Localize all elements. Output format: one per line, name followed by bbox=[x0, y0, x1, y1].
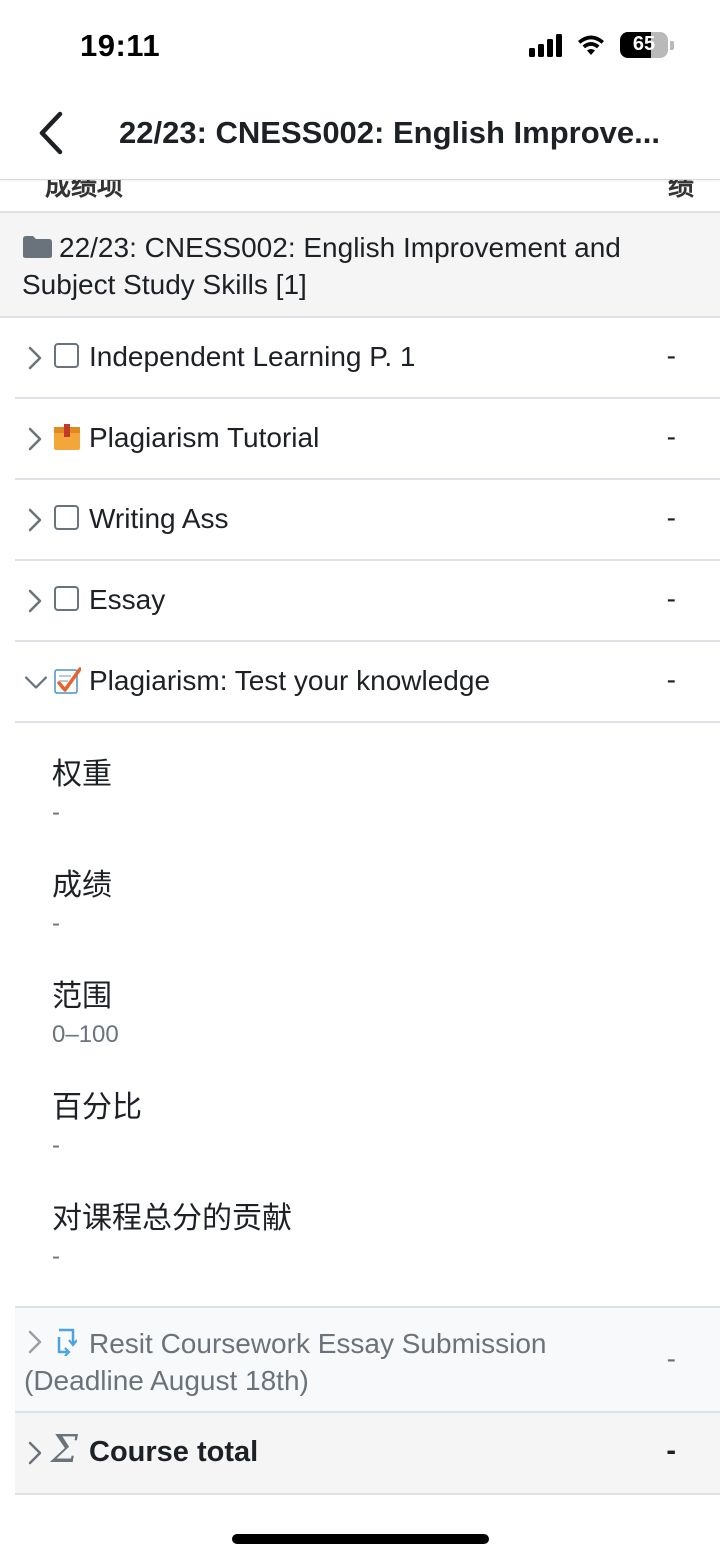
sigma-icon: Σ bbox=[51, 1427, 78, 1471]
resit-item-label: Resit Coursework Essay Submission (Deadl… bbox=[24, 1328, 547, 1396]
detail-value: - bbox=[52, 1243, 60, 1270]
detail-label: 对课程总分的贡献 bbox=[52, 1202, 292, 1235]
cellular-signal-icon bbox=[529, 33, 562, 57]
grade-item-value: - bbox=[666, 1343, 676, 1374]
category-name: 22/23: CNESS002: English Improvement and… bbox=[22, 232, 621, 300]
detail-percentage: 百分比 - bbox=[52, 1088, 720, 1199]
grade-item-value: - bbox=[666, 664, 676, 695]
package-icon bbox=[54, 424, 80, 450]
grade-item-label: Independent Learning P. 1 bbox=[89, 341, 416, 372]
grade-items-list: Independent Learning P. 1 - Plagiarism T… bbox=[15, 318, 720, 1495]
chevron-right-icon[interactable] bbox=[25, 425, 45, 453]
home-indicator[interactable] bbox=[232, 1534, 489, 1544]
detail-value: 0–100 bbox=[52, 1021, 119, 1048]
grade-item-row[interactable]: Writing Ass - bbox=[15, 480, 720, 561]
grade-item-value: - bbox=[666, 502, 676, 533]
grade-item-value: - bbox=[666, 340, 676, 371]
checkbox-icon bbox=[54, 505, 79, 530]
category-row: 22/23: CNESS002: English Improvement and… bbox=[0, 213, 720, 318]
checkbox-icon bbox=[54, 343, 79, 368]
chevron-down-icon[interactable] bbox=[23, 674, 49, 692]
detail-weight: 权重 - bbox=[52, 755, 720, 866]
grade-item-row[interactable]: Essay - bbox=[15, 561, 720, 642]
grade-item-value: - bbox=[666, 421, 676, 452]
table-header: 成绩项 绩 bbox=[0, 180, 720, 213]
battery-percent: 65 bbox=[632, 33, 656, 55]
course-total-label: Course total bbox=[89, 1436, 259, 1468]
chevron-right-icon[interactable] bbox=[25, 587, 45, 615]
column-header-grade-item: 成绩项 bbox=[45, 180, 124, 201]
grade-item-label: Writing Ass bbox=[89, 503, 229, 534]
grade-item-row[interactable]: Independent Learning P. 1 - bbox=[15, 318, 720, 399]
grade-item-row-resit[interactable]: Resit Coursework Essay Submission (Deadl… bbox=[15, 1308, 720, 1413]
grade-item-row-expanded[interactable]: Plagiarism: Test your knowledge - bbox=[15, 642, 720, 723]
status-icons: 65 bbox=[529, 32, 674, 58]
column-header-grade: 绩 bbox=[667, 180, 694, 201]
grade-item-value: - bbox=[666, 583, 676, 614]
chevron-right-icon[interactable] bbox=[25, 1439, 45, 1467]
detail-range: 范围 0–100 bbox=[52, 977, 720, 1088]
detail-contribution: 对课程总分的贡献 - bbox=[52, 1199, 720, 1310]
detail-label: 百分比 bbox=[52, 1091, 142, 1124]
course-total-value: - bbox=[666, 1435, 676, 1467]
folder-icon bbox=[23, 236, 52, 258]
chevron-right-icon[interactable] bbox=[25, 344, 45, 372]
page-title: 22/23: CNESS002: English Improve... bbox=[119, 115, 660, 150]
course-total-row[interactable]: Σ Course total - bbox=[15, 1413, 720, 1495]
detail-value: - bbox=[52, 1132, 60, 1159]
quiz-icon bbox=[54, 667, 81, 694]
grade-item-label: Plagiarism: Test your knowledge bbox=[89, 665, 491, 696]
detail-value: - bbox=[52, 910, 60, 937]
status-bar: 19:11 65 bbox=[0, 0, 720, 95]
detail-label: 范围 bbox=[52, 980, 112, 1013]
chevron-right-icon[interactable] bbox=[25, 506, 45, 534]
status-time: 19:11 bbox=[80, 28, 161, 63]
wifi-icon bbox=[578, 35, 604, 55]
detail-grade: 成绩 - bbox=[52, 866, 720, 977]
grade-item-label: Plagiarism Tutorial bbox=[89, 422, 320, 453]
grade-item-row[interactable]: Plagiarism Tutorial - bbox=[15, 399, 720, 480]
nav-bar: 22/23: CNESS002: English Improve... bbox=[0, 95, 720, 180]
grade-item-details: 权重 - 成绩 - 范围 0–100 百分比 - 对课程总分的贡献 - bbox=[15, 723, 720, 1308]
battery-icon: 65 bbox=[620, 32, 668, 58]
detail-label: 成绩 bbox=[52, 869, 112, 902]
checkbox-icon bbox=[54, 586, 79, 611]
detail-value: - bbox=[52, 799, 60, 826]
detail-label: 权重 bbox=[52, 758, 112, 791]
back-button[interactable] bbox=[26, 105, 76, 161]
chevron-left-icon bbox=[39, 111, 63, 155]
grade-item-label: Essay bbox=[89, 584, 166, 615]
